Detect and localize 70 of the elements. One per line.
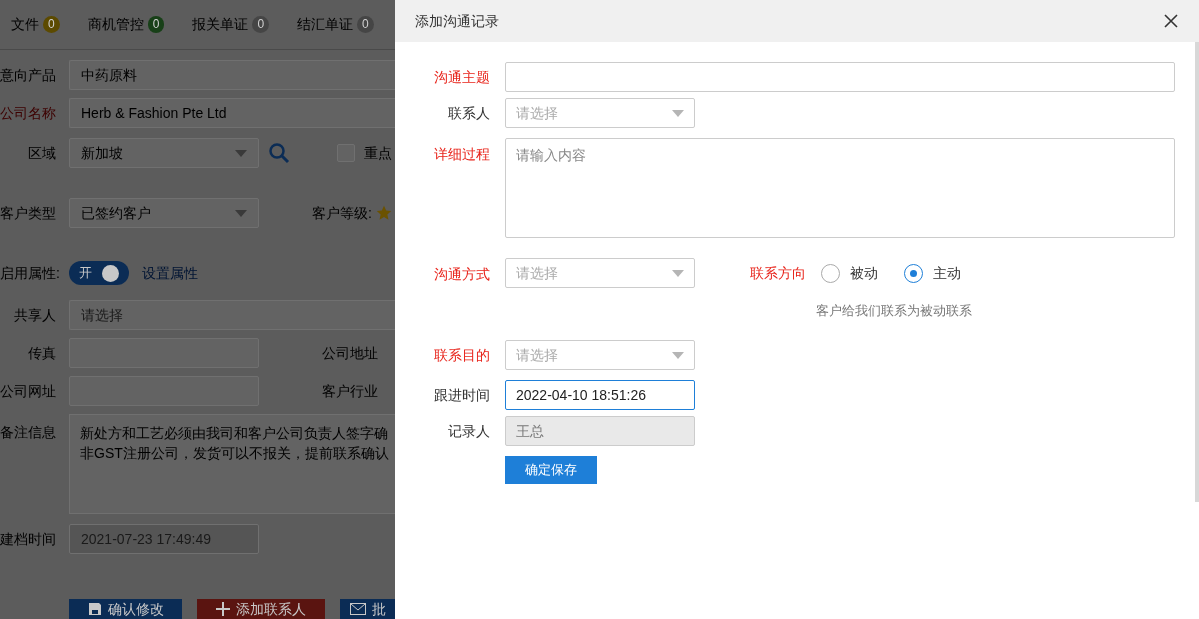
caret-icon [672, 269, 684, 277]
caret-icon [235, 209, 247, 217]
action-button[interactable]: 批 [340, 599, 395, 619]
field-label: 联系目的 [433, 345, 490, 365]
plus-icon [216, 602, 230, 616]
field-label: 沟通主题 [433, 67, 490, 87]
field-label: 客户类型 [0, 203, 56, 223]
star-icon[interactable] [375, 205, 392, 221]
field-label: 区域 [27, 143, 56, 163]
select-value: 新加坡 [81, 143, 123, 163]
tab-label[interactable]: 报关单证 [192, 14, 249, 35]
input-field[interactable]: 2022-04-10 18:51:26 [505, 380, 695, 410]
field-label: 客户行业 [322, 381, 378, 401]
radio-label: 主动 [933, 263, 961, 283]
field-label: 公司名称 [0, 103, 56, 123]
input-field[interactable]: Herb & Fashion Pte Ltd [69, 98, 395, 128]
tab-label[interactable]: 结汇单证 [297, 14, 354, 35]
caret-icon [672, 109, 684, 117]
checkbox-label: 重点 [364, 143, 392, 163]
field-label: 联系人 [447, 103, 490, 123]
radio-button[interactable] [821, 263, 840, 283]
field-label: 客户等级: [312, 203, 372, 223]
dialog-title: 添加沟通记录 [415, 11, 499, 31]
select-field[interactable]: 已签约客户 [69, 198, 259, 228]
envelope-icon [349, 603, 366, 615]
count-badge: 0 [147, 16, 165, 33]
tab-label[interactable]: 文件 [11, 14, 39, 35]
select-field[interactable]: 请选择 [505, 258, 695, 288]
field-label: 共享人 [13, 305, 56, 325]
select-field[interactable]: 请选择 [69, 300, 395, 330]
save-button[interactable]: 确定保存 [505, 456, 597, 484]
select-value: 已签约客户 [81, 203, 151, 223]
caret-icon [672, 351, 684, 359]
placeholder-text: 请选择 [81, 305, 123, 325]
field-label: 意向产品 [0, 65, 56, 85]
textarea-field[interactable]: 请输入内容 [505, 138, 1175, 238]
field-label: 跟进时间 [433, 385, 490, 405]
remarks-textarea[interactable]: 新处方和工艺必须由我司和客户公司负责人签字确 非GST注册公司，发货可以不报关，提前联系确认 [69, 414, 395, 514]
field-label: 记录人 [447, 421, 490, 441]
input-field[interactable]: 2021-07-23 17:49:49 [69, 524, 259, 554]
field-label: 传真 [27, 343, 56, 363]
field-label: 详细过程 [433, 145, 490, 164]
radio-label: 被动 [850, 263, 878, 283]
hint-text: 客户给我们联系为被动联系 [816, 302, 972, 320]
select-field[interactable]: 新加坡 [69, 138, 259, 168]
count-badge: 0 [43, 16, 60, 33]
placeholder-text: 请选择 [516, 345, 558, 365]
caret-icon [235, 149, 247, 157]
tab-label[interactable]: 商机管控 [87, 14, 144, 35]
input-field[interactable]: 中药原料 [69, 60, 395, 90]
action-button[interactable]: 确认修改 [69, 599, 182, 619]
field-label: 联系方向 [749, 263, 806, 283]
field-label: 沟通方式 [433, 265, 490, 284]
close-icon[interactable] [1164, 14, 1178, 28]
count-badge: 0 [252, 16, 270, 33]
search-icon[interactable] [268, 142, 290, 164]
action-button[interactable]: 添加联系人 [197, 599, 325, 619]
count-badge: 0 [357, 16, 374, 33]
radio-button[interactable] [904, 263, 923, 283]
field-label: 备注信息 [0, 423, 56, 442]
field-label: 公司地址 [322, 343, 378, 363]
field-label: 建档时间 [0, 529, 56, 549]
select-field[interactable]: 请选择 [505, 98, 695, 128]
select-field[interactable]: 请选择 [505, 340, 695, 370]
settings-link[interactable]: 设置属性 [142, 262, 198, 284]
scrollbar[interactable] [1195, 42, 1199, 502]
placeholder-text: 请选择 [516, 103, 558, 123]
field-label: 公司网址 [0, 381, 56, 401]
toggle-switch[interactable]: 开 [69, 261, 129, 285]
placeholder-text: 请选择 [516, 263, 558, 283]
